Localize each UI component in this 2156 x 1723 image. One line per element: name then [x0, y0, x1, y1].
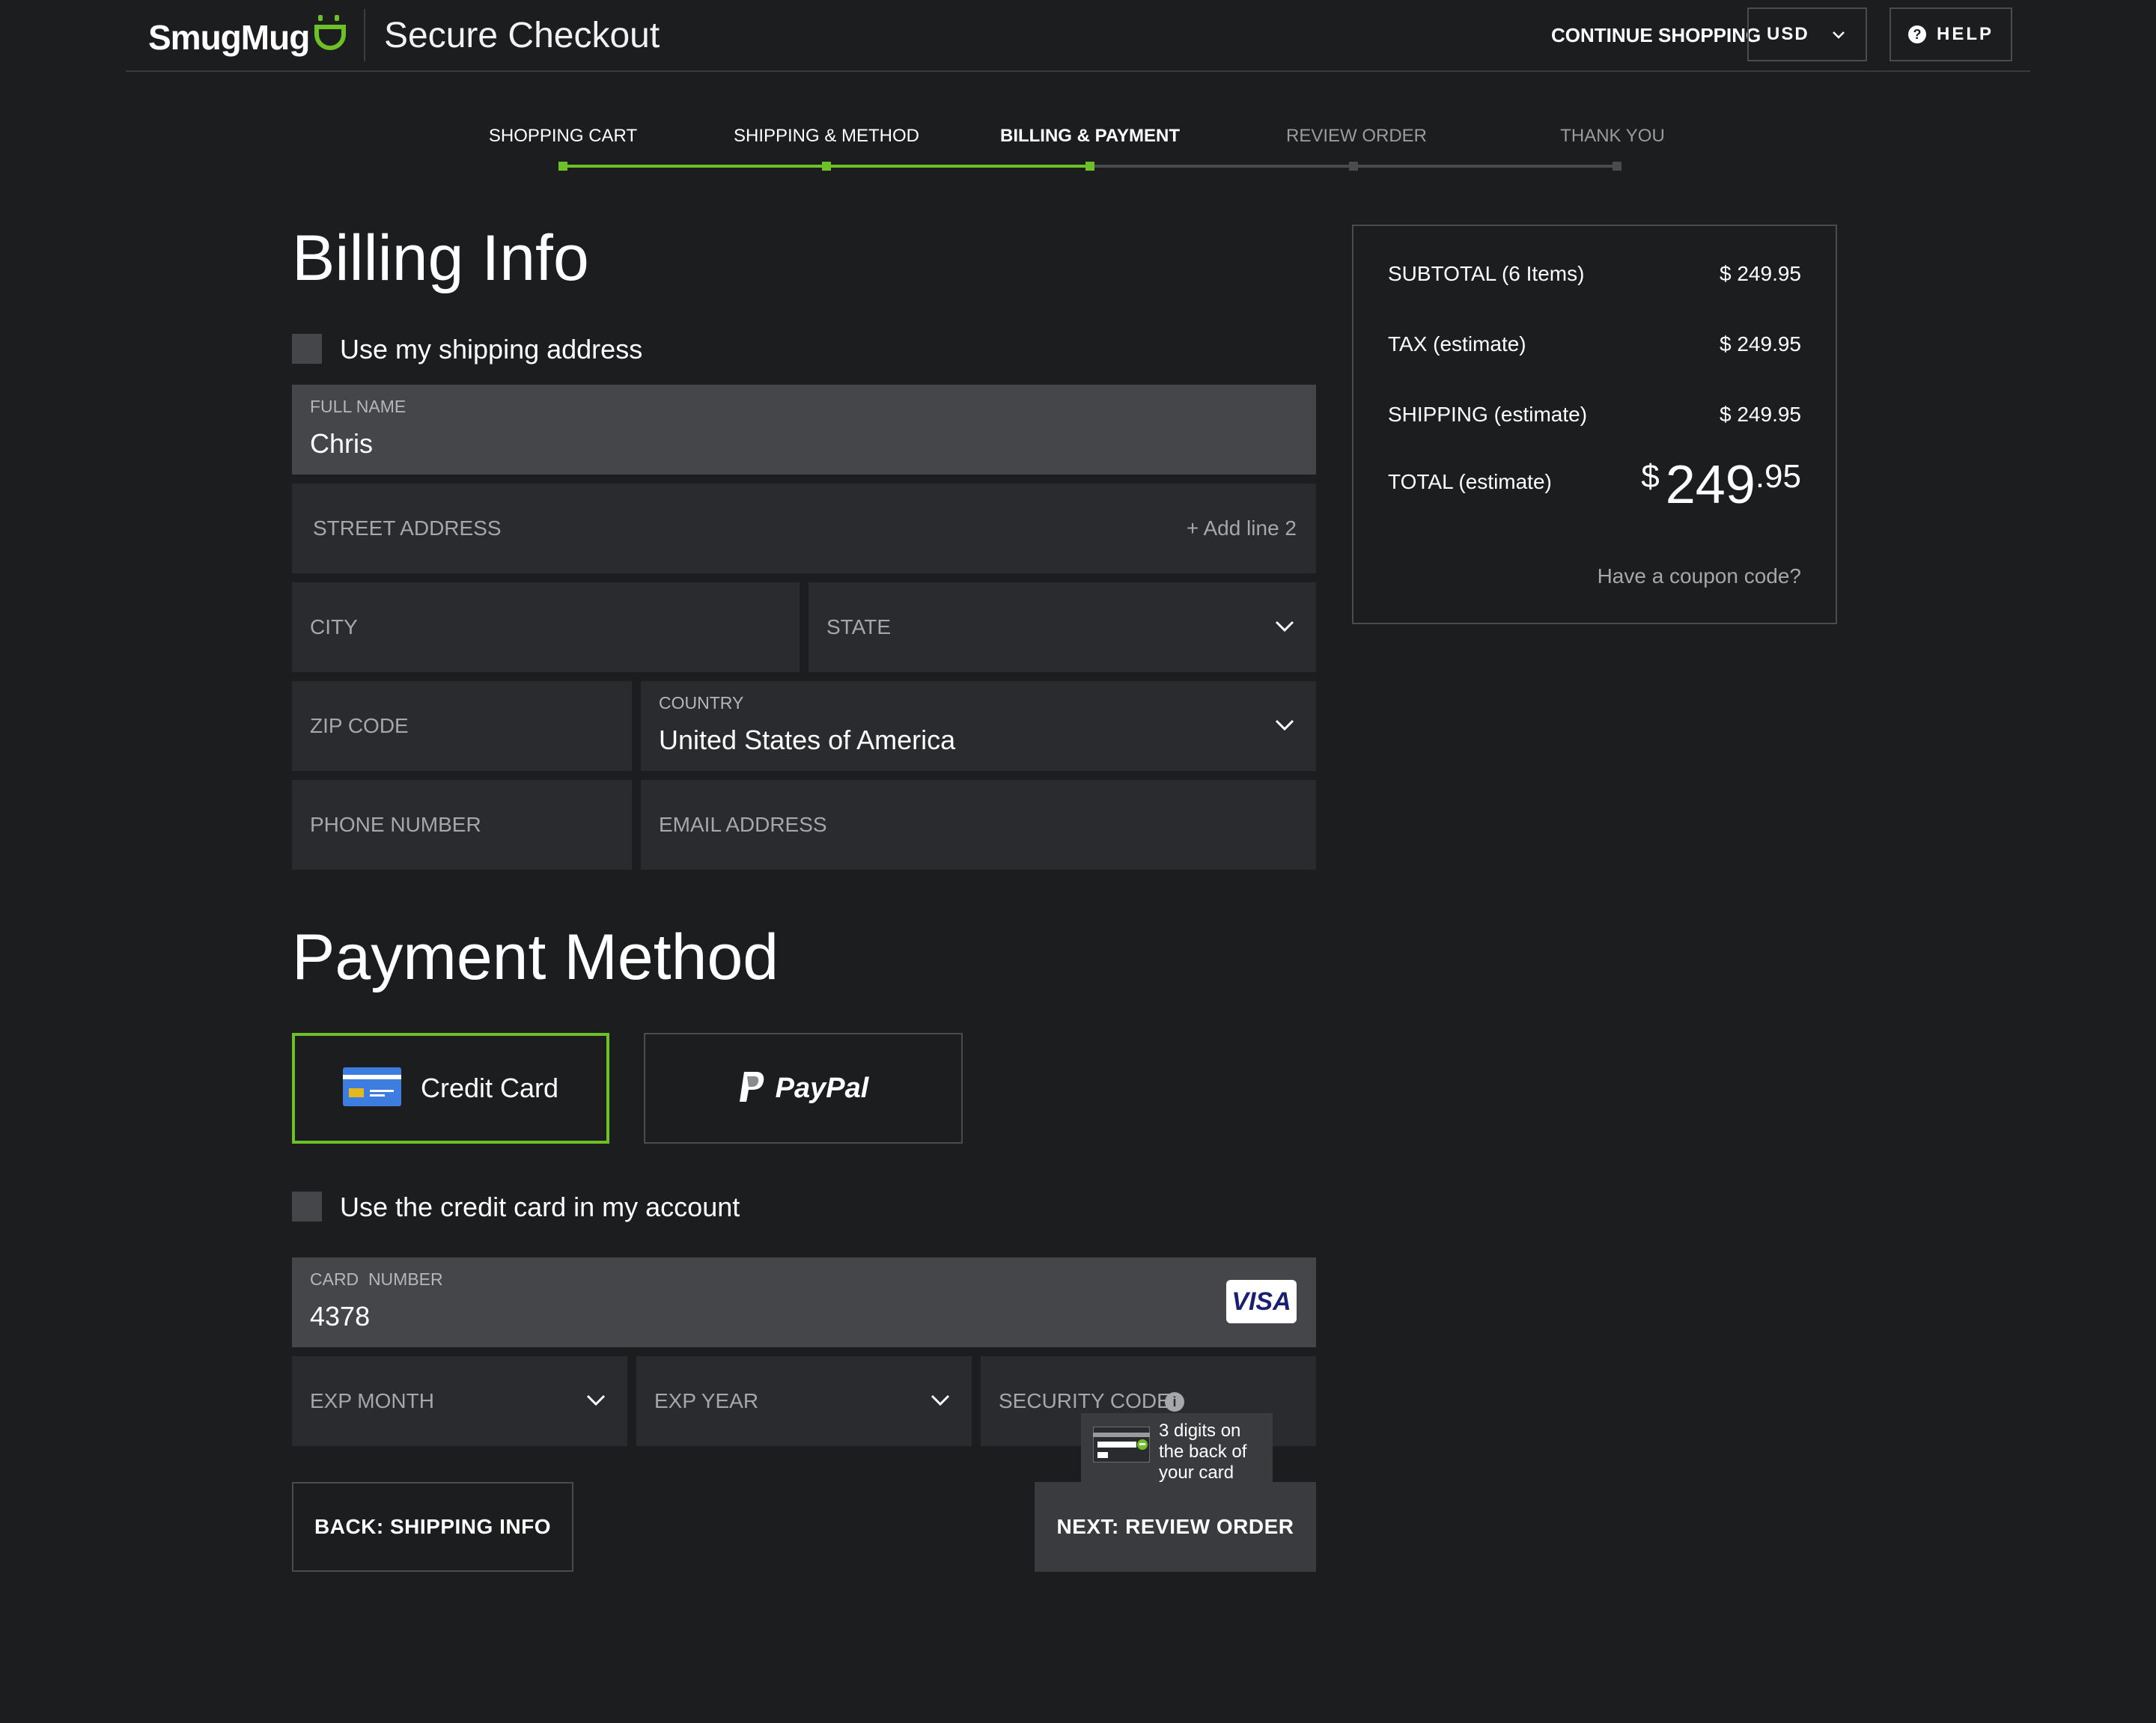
card-number-label: CARD NUMBER [310, 1269, 443, 1289]
smugmug-smile-icon [314, 13, 347, 61]
coupon-code-link[interactable]: Have a coupon code? [1598, 564, 1801, 588]
email-address-field[interactable]: EMAIL ADDRESS [641, 780, 1316, 870]
street-address-field[interactable]: STREET ADDRESS + Add line 2 [292, 484, 1316, 573]
step-billing-payment: BILLING & PAYMENT [999, 126, 1180, 146]
exp-year-select[interactable]: EXP YEAR [636, 1356, 972, 1446]
country-value: United States of America [659, 725, 956, 755]
tooltip-text: 3 digits on the back of your card [1159, 1421, 1247, 1483]
card-number-field[interactable]: CARD NUMBER 4378 VISA [292, 1257, 1316, 1347]
shipping-row: SHIPPING (estimate) $ 249.95 [1388, 403, 1801, 427]
chevron-down-icon [1274, 618, 1295, 638]
step-shipping-method[interactable]: SHIPPING & METHOD [714, 126, 939, 147]
brand-name: SmugMug [148, 17, 310, 57]
full-name-value: Chris [310, 428, 374, 459]
city-placeholder: CITY [310, 615, 358, 638]
currency-select[interactable]: USD [1747, 7, 1867, 61]
street-address-placeholder: STREET ADDRESS [313, 516, 502, 540]
use-shipping-address-checkbox[interactable] [292, 334, 322, 364]
header-divider [364, 9, 365, 61]
back-shipping-info-button[interactable]: BACK: SHIPPING INFO [292, 1482, 573, 1572]
info-icon[interactable]: i [1165, 1392, 1184, 1412]
payment-method-heading: Payment Method [292, 921, 779, 993]
chevron-down-icon [1831, 27, 1846, 48]
phone-number-placeholder: PHONE NUMBER [310, 813, 481, 836]
step-shopping-cart[interactable]: SHOPPING CART [451, 126, 675, 147]
tax-label: TAX (estimate) [1388, 332, 1526, 356]
country-label: COUNTRY [659, 693, 744, 713]
total-value: $249.95 [1641, 458, 1801, 512]
state-placeholder: STATE [826, 615, 892, 638]
subtotal-label: SUBTOTAL (6 Items) [1388, 262, 1585, 285]
shipping-value: $ 249.95 [1720, 403, 1801, 426]
paypal-label: PayPal [775, 1072, 869, 1104]
next-review-order-button[interactable]: NEXT: REVIEW ORDER [1035, 1482, 1316, 1572]
shipping-label: SHIPPING (estimate) [1388, 403, 1588, 426]
step-review-order: REVIEW ORDER [1285, 126, 1427, 146]
security-code-tooltip: 3 digits on the back of your card [1081, 1413, 1273, 1491]
continue-shopping-link[interactable]: CONTINUE SHOPPING [1551, 24, 1761, 47]
card-back-icon [1092, 1426, 1151, 1466]
zip-code-placeholder: ZIP CODE [310, 714, 409, 737]
help-label: HELP [1936, 24, 1994, 44]
zip-code-field[interactable]: ZIP CODE [292, 681, 632, 771]
credit-card-tab[interactable]: Credit Card [292, 1033, 609, 1144]
smugmug-logo[interactable]: SmugMug [148, 13, 347, 61]
help-button[interactable]: ? HELP [1889, 7, 2012, 61]
exp-year-placeholder: EXP YEAR [654, 1389, 759, 1412]
country-select[interactable]: COUNTRY United States of America [641, 681, 1316, 771]
use-shipping-address-label[interactable]: Use my shipping address [340, 334, 642, 365]
step-marker-shipping-method [822, 162, 831, 171]
email-address-placeholder: EMAIL ADDRESS [659, 813, 827, 836]
total-row: TOTAL (estimate) $249.95 [1388, 458, 1801, 512]
page-title: Secure Checkout [384, 16, 660, 55]
credit-card-icon [342, 1067, 401, 1110]
use-account-card-label[interactable]: Use the credit card in my account [340, 1192, 740, 1223]
phone-number-field[interactable]: PHONE NUMBER [292, 780, 632, 870]
visa-icon: VISA [1226, 1280, 1297, 1323]
step-marker-billing-payment [1085, 162, 1094, 171]
visa-label: VISA [1231, 1287, 1291, 1316]
full-name-field[interactable]: FULL NAME Chris [292, 385, 1316, 475]
subtotal-row: SUBTOTAL (6 Items) $ 249.95 [1388, 262, 1801, 286]
subtotal-value: $ 249.95 [1720, 262, 1801, 285]
order-summary: SUBTOTAL (6 Items) $ 249.95 TAX (estimat… [1352, 225, 1837, 624]
paypal-logo-icon [738, 1070, 765, 1107]
security-code-placeholder: SECURITY CODE [999, 1389, 1171, 1412]
card-number-value: 4378 [310, 1301, 371, 1332]
state-select[interactable]: STATE [808, 582, 1316, 672]
billing-info-heading: Billing Info [292, 222, 589, 294]
total-cents: .95 [1755, 458, 1801, 495]
city-field[interactable]: CITY [292, 582, 800, 672]
total-currency: $ [1641, 458, 1660, 495]
total-label: TOTAL (estimate) [1388, 470, 1552, 493]
full-name-label: FULL NAME [310, 397, 406, 416]
total-whole: 249 [1665, 455, 1755, 515]
credit-card-label: Credit Card [420, 1073, 559, 1103]
currency-value: USD [1767, 24, 1809, 44]
paypal-tab[interactable]: PayPal [644, 1033, 963, 1144]
step-marker-shopping-cart [558, 162, 567, 171]
help-icon: ? [1907, 25, 1926, 43]
tax-row: TAX (estimate) $ 249.95 [1388, 332, 1801, 356]
step-thank-you: THANK YOU [1560, 126, 1665, 146]
add-line-2-link[interactable]: + Add line 2 [1187, 516, 1297, 540]
exp-month-placeholder: EXP MONTH [310, 1389, 434, 1412]
use-account-card-checkbox[interactable] [292, 1192, 322, 1222]
exp-month-select[interactable]: EXP MONTH [292, 1356, 627, 1446]
step-marker-thank-you [1613, 162, 1621, 171]
header-rule [126, 70, 2030, 72]
chevron-down-icon [930, 1392, 951, 1412]
chevron-down-icon [585, 1392, 606, 1412]
tax-value: $ 249.95 [1720, 332, 1801, 356]
chevron-down-icon [1274, 717, 1295, 737]
step-marker-review-order [1349, 162, 1358, 171]
